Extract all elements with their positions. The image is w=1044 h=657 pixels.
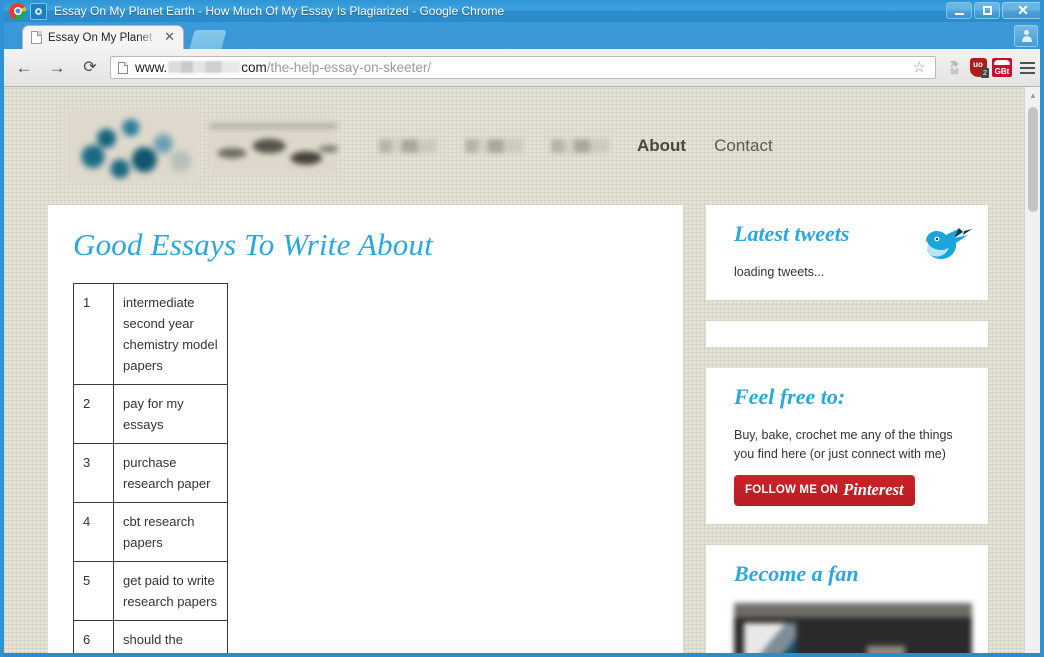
table-row: 3 purchase research paper [73,443,228,503]
page-favicon-icon [31,31,42,44]
address-bar[interactable]: www. com /the-help-essay-on-skeeter/ ☆ [110,56,936,79]
page-title: Good Essays To Write About [73,227,434,262]
row-text: pay for my essays [113,384,228,444]
feel-free-body-text: Buy, bake, crochet me any of the things … [734,428,953,461]
scrollbar-up-arrow-icon[interactable]: ▲ [1025,87,1040,104]
forward-button[interactable]: → [44,55,70,81]
close-button[interactable]: ✕ [1002,2,1040,19]
row-text: intermediate second year chemistry model… [113,283,228,385]
widget-become-a-fan: Become a fan [706,545,988,653]
minimize-button[interactable] [946,2,972,19]
website-content: About Contact Good Essays To Write About… [4,87,1024,653]
url-domain: com [241,60,267,75]
page-viewport: About Contact Good Essays To Write About… [4,87,1040,653]
nav-item-redacted-3[interactable] [551,139,609,153]
main-article: Good Essays To Write About 1 intermediat… [48,205,683,653]
twitter-bird-icon [926,228,972,259]
tab-strip: Essay On My Planet Earth ✕ [4,22,1040,49]
ublock-count-badge: 2 [980,67,989,78]
menu-line [1019,71,1035,74]
keyword-table: 1 intermediate second year chemistry mod… [73,283,228,653]
site-navigation: About Contact [379,136,773,156]
chrome-menu-button[interactable] [1014,55,1040,81]
scrollbar-thumb[interactable] [1028,107,1038,212]
row-number: 3 [73,443,114,503]
row-number: 6 [73,620,114,653]
back-button[interactable]: ← [11,55,37,81]
table-row: 4 cbt research papers [73,502,228,562]
gbt-icon: GBt [992,58,1012,77]
row-text: purchase research paper [113,443,228,503]
pinterest-wordmark: Pinterest [843,480,904,499]
close-icon: ✕ [1017,2,1029,18]
url-redacted-segment [168,61,241,73]
table-row: 1 intermediate second year chemistry mod… [73,283,228,385]
reload-button[interactable]: ⟳ [77,55,103,81]
window-app-icon [30,2,47,20]
row-number: 2 [73,384,114,444]
row-number: 4 [73,502,114,562]
tab-title: Essay On My Planet Earth [48,31,156,44]
table-row: 6 should the [73,620,228,653]
tab-close-icon[interactable]: ✕ [164,30,175,43]
minimize-icon [954,12,964,15]
table-row: 5 get paid to write research papers [73,561,228,621]
title-bar: Essay On My Planet Earth - How Much Of M… [4,0,1040,22]
nav-item-contact[interactable]: Contact [714,136,773,156]
content-row: Good Essays To Write About 1 intermediat… [4,205,1024,653]
new-tab-button[interactable] [189,30,227,49]
row-number: 5 [73,561,114,621]
maximize-button[interactable] [974,2,1000,19]
maximize-icon [982,6,992,15]
site-header: About Contact [4,87,1024,205]
nav-item-redacted-2[interactable] [465,139,523,153]
tweets-status-text: loading tweets... [734,265,825,279]
row-number: 1 [73,283,114,385]
window-title: Essay On My Planet Earth - How Much Of M… [54,4,505,18]
keyword-table-body: 1 intermediate second year chemistry mod… [73,283,228,653]
url-prefix: www. [135,60,168,75]
chrome-logo-icon [9,2,26,20]
widget-title-feel-free: Feel free to: [734,384,846,409]
browser-tab[interactable]: Essay On My Planet Earth ✕ [22,25,184,49]
menu-line [1019,61,1035,64]
row-text: should the [113,620,228,653]
gbt-extension-button[interactable]: GBt [990,55,1014,81]
sidebar: Latest tweets loading tweets... Feel fre [706,205,988,653]
pinterest-follow-button[interactable]: FOLLOW ME ON Pinterest [734,475,915,506]
browser-toolbar: ← → ⟳ www. com /the-help-essay-on-skeete… [4,49,1040,87]
gbt-label: GBt [994,67,1010,76]
bookmark-star-icon[interactable]: ☆ [913,60,926,75]
page-scrollbar[interactable]: ▲ [1024,87,1040,653]
widget-empty-placeholder [706,321,988,347]
nav-item-about[interactable]: About [637,136,686,156]
table-row: 2 pay for my essays [73,384,228,444]
ublock-origin-button[interactable]: uo 2 [966,55,990,81]
gbt-hat-shape [994,60,1010,65]
site-logo[interactable] [66,108,201,184]
facebook-page-preview-image[interactable] [734,603,972,653]
widget-title-become-fan: Become a fan [734,561,859,586]
widget-feel-free-to: Feel free to: Buy, bake, crochet me any … [706,368,988,524]
profile-button[interactable] [1014,25,1038,47]
puzzle-icon [950,60,958,75]
pinterest-button-prefix: FOLLOW ME ON [745,484,839,496]
site-name-wordmark[interactable] [209,116,337,176]
row-text: cbt research papers [113,502,228,562]
puzzle-extension-button[interactable] [942,55,966,81]
url-path: /the-help-essay-on-skeeter/ [266,60,432,75]
browser-window: Essay On My Planet Earth - How Much Of M… [0,0,1044,657]
nav-item-redacted-1[interactable] [379,139,437,153]
widget-latest-tweets: Latest tweets loading tweets... [706,205,988,300]
menu-line [1019,66,1035,69]
person-icon [1020,30,1032,42]
url-text: www. com /the-help-essay-on-skeeter/ [135,60,431,75]
window-controls: ✕ [946,2,1040,19]
page-info-icon[interactable] [118,61,128,74]
row-text: get paid to write research papers [113,561,228,621]
